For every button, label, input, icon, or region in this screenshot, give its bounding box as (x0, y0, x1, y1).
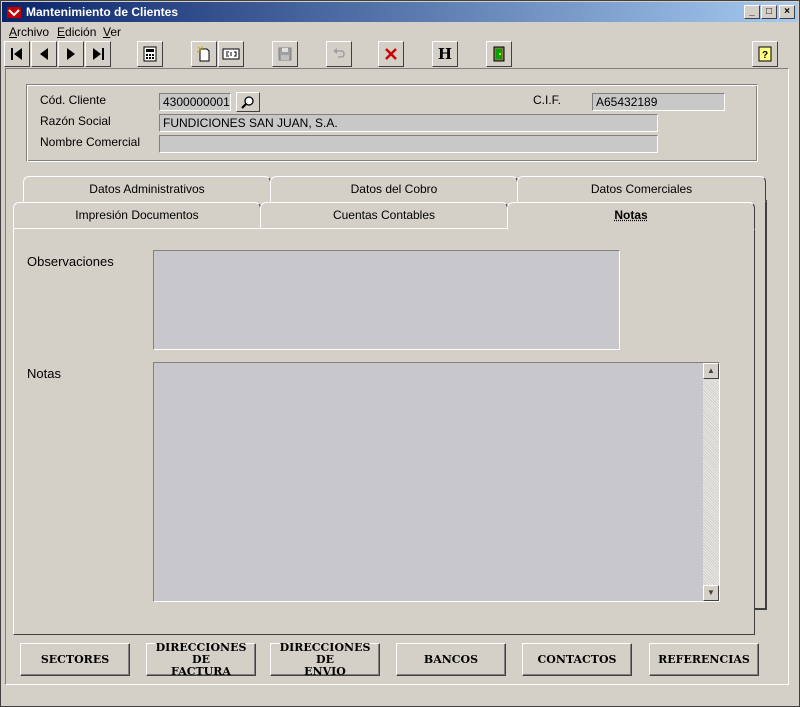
scroll-up-button[interactable]: ▲ (703, 363, 719, 379)
notas-textarea[interactable]: ▲ ▼ (153, 362, 720, 602)
referencias-button[interactable]: REFERENCIAS (649, 643, 759, 676)
scroll-down-icon: ▼ (707, 588, 715, 597)
notas-label: Notas (27, 366, 61, 381)
menu-ver[interactable]: Ver (103, 25, 121, 39)
close-button[interactable]: × (779, 5, 795, 19)
scroll-up-icon: ▲ (707, 366, 715, 375)
maximize-icon: □ (765, 6, 773, 17)
search-icon (241, 96, 254, 109)
nombre-comercial-field[interactable] (159, 135, 658, 153)
help-button[interactable]: ? (752, 41, 778, 67)
menu-bar: Archivo Edición Ver (2, 23, 798, 41)
window-title: Mantenimiento de Clientes (26, 5, 179, 19)
delete-button[interactable] (378, 41, 404, 67)
prev-record-button[interactable] (31, 41, 57, 67)
menu-archivo[interactable]: Archivo (9, 25, 49, 39)
calculator-icon (143, 46, 157, 62)
history-button[interactable]: H (432, 41, 458, 67)
maximize-button[interactable]: □ (761, 5, 777, 19)
cif-field[interactable]: A65432189 (592, 93, 725, 111)
new-record-icon (196, 46, 210, 62)
app-icon (6, 4, 22, 20)
last-record-icon (93, 48, 104, 60)
first-record-icon (11, 48, 22, 60)
edit-record-button[interactable] (218, 41, 244, 67)
bancos-button[interactable]: BANCOS (396, 643, 506, 676)
cif-label: C.I.F. (533, 93, 562, 107)
tab-panel-notas: Observaciones Notas ▲ ▼ (13, 228, 755, 635)
exit-button[interactable] (486, 41, 512, 67)
save-icon (278, 47, 292, 61)
minimize-icon: _ (749, 6, 755, 17)
undo-icon (333, 48, 345, 58)
tab-notas[interactable]: Notas (507, 202, 755, 230)
tab-datos-administrativos[interactable]: Datos Administrativos (23, 176, 271, 202)
observaciones-label: Observaciones (27, 254, 114, 269)
exit-icon (493, 46, 505, 62)
cod-cliente-label: Cód. Cliente (40, 93, 107, 107)
search-client-button[interactable] (236, 92, 260, 112)
next-record-icon (67, 48, 75, 60)
undo-button[interactable] (326, 41, 352, 67)
direcciones-factura-button[interactable]: DIRECCIONES DE FACTURA (146, 641, 256, 677)
delete-icon (385, 48, 397, 60)
first-record-button[interactable] (4, 41, 30, 67)
svg-text:?: ? (762, 50, 768, 61)
close-icon: × (784, 6, 790, 17)
toolbar: H ? (2, 40, 798, 68)
next-record-button[interactable] (58, 41, 84, 67)
sectores-button[interactable]: SECTORES (20, 643, 130, 676)
tab-datos-comerciales[interactable]: Datos Comerciales (517, 176, 766, 202)
history-icon: H (437, 45, 453, 63)
edit-record-icon (222, 48, 240, 60)
tab-datos-del-cobro[interactable]: Datos del Cobro (270, 176, 518, 202)
scroll-down-button[interactable]: ▼ (703, 585, 719, 601)
menu-edicion[interactable]: Edición (57, 25, 96, 39)
razon-social-field[interactable]: FUNDICIONES SAN JUAN, S.A. (159, 114, 658, 132)
direcciones-envio-button[interactable]: DIRECCIONES DE ENVIO (270, 641, 380, 677)
minimize-button[interactable]: _ (744, 5, 760, 19)
last-record-button[interactable] (85, 41, 111, 67)
cod-cliente-field[interactable]: 4300000001 (159, 93, 231, 111)
razon-social-label: Razón Social (40, 114, 111, 128)
new-record-button[interactable] (191, 41, 217, 67)
contactos-button[interactable]: CONTACTOS (522, 643, 632, 676)
nombre-comercial-label: Nombre Comercial (40, 135, 141, 149)
notas-scrollbar[interactable]: ▲ ▼ (703, 363, 719, 601)
title-bar[interactable]: Mantenimiento de Clientes _ □ × (2, 2, 798, 22)
save-button[interactable] (272, 41, 298, 67)
help-icon: ? (758, 46, 772, 62)
calculator-button[interactable] (137, 41, 163, 67)
prev-record-icon (40, 48, 48, 60)
tab-impresion-documentos[interactable]: Impresión Documentos (13, 202, 261, 228)
tab-panel-shadow (755, 200, 767, 610)
tab-cuentas-contables[interactable]: Cuentas Contables (260, 202, 508, 228)
observaciones-textarea[interactable] (153, 250, 620, 350)
